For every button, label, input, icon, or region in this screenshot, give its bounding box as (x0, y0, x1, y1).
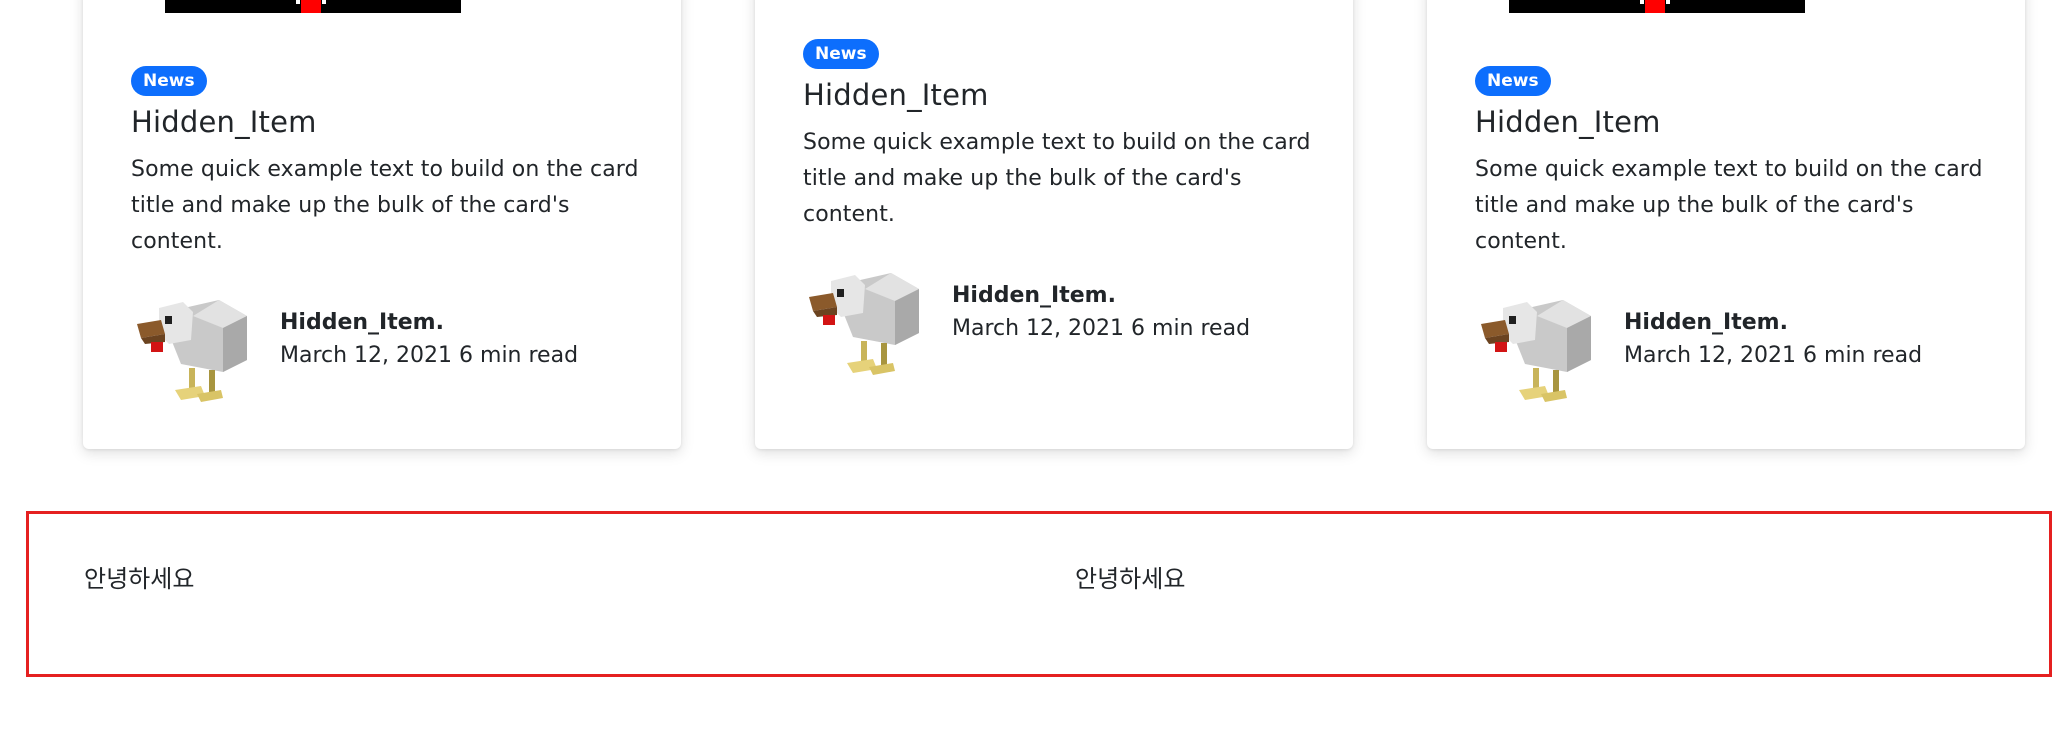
news-badge: News (803, 39, 879, 69)
card-body: News Hidden_Item Some quick example text… (803, 39, 1313, 385)
greeting-text: 안녕하세요 (84, 565, 195, 593)
author-meta: Hidden_Item. March 12, 2021 6 min read (280, 308, 578, 374)
greeting-box: 안녕하세요 안녕하세요 (26, 511, 2052, 677)
author-meta: Hidden_Item. March 12, 2021 6 min read (1624, 308, 1922, 374)
card-text: Some quick example text to build on the … (131, 157, 639, 254)
chicken-avatar-icon (809, 273, 919, 375)
card-image-accent (1645, 0, 1665, 13)
post-meta: March 12, 2021 6 min read (952, 316, 1251, 341)
card-title[interactable]: Hidden_Item (1475, 104, 1985, 140)
news-badge: News (131, 66, 207, 96)
card-image-accent (301, 0, 321, 13)
card-author: Hidden_Item. March 12, 2021 6 min read (1475, 282, 1985, 412)
post-meta: March 12, 2021 6 min read (280, 343, 579, 368)
news-card[interactable]: News Hidden_Item Some quick example text… (755, 0, 1353, 449)
card-body: News Hidden_Item Some quick example text… (1475, 66, 1985, 412)
author-name: Hidden_Item. (280, 310, 444, 335)
card-author: Hidden_Item. March 12, 2021 6 min read (131, 282, 641, 412)
card-author: Hidden_Item. March 12, 2021 6 min read (803, 255, 1313, 385)
chicken-avatar-icon (1481, 300, 1591, 402)
news-card[interactable]: News Hidden_Item Some quick example text… (83, 0, 681, 449)
chicken-avatar-icon (137, 300, 247, 402)
card-body: News Hidden_Item Some quick example text… (131, 66, 641, 412)
post-meta: March 12, 2021 6 min read (1624, 343, 1923, 368)
card-image (165, 0, 461, 13)
author-meta: Hidden_Item. March 12, 2021 6 min read (952, 281, 1250, 347)
author-name: Hidden_Item. (952, 283, 1116, 308)
greeting-text: 안녕하세요 (1075, 565, 1186, 593)
card-title[interactable]: Hidden_Item (803, 77, 1313, 113)
author-name: Hidden_Item. (1624, 310, 1788, 335)
card-title[interactable]: Hidden_Item (131, 104, 641, 140)
news-badge: News (1475, 66, 1551, 96)
card-image (1509, 0, 1805, 13)
news-card[interactable]: News Hidden_Item Some quick example text… (1427, 0, 2025, 449)
card-text: Some quick example text to build on the … (803, 130, 1311, 227)
card-text: Some quick example text to build on the … (1475, 157, 1983, 254)
page: News Hidden_Item Some quick example text… (0, 0, 2059, 736)
